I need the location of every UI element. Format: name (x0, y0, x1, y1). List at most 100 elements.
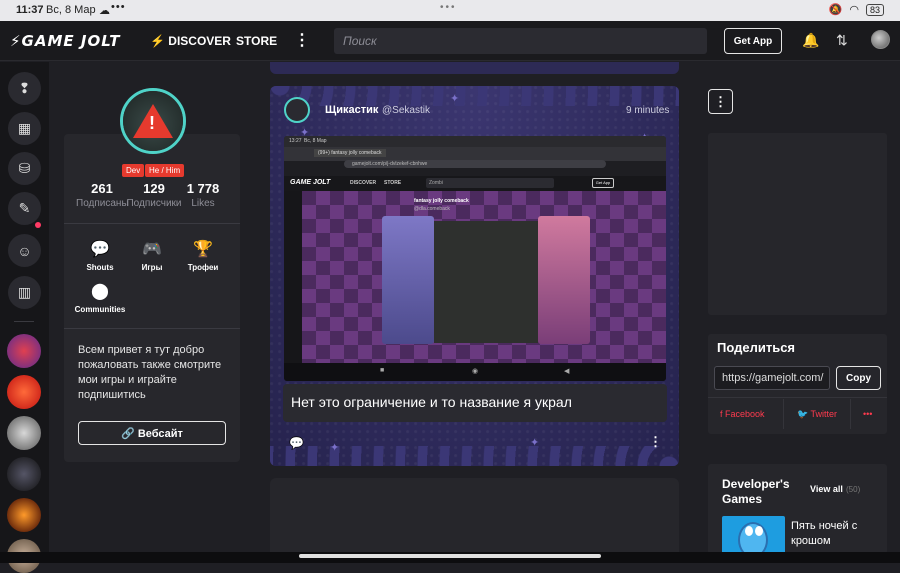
bell-icon[interactable]: 🔔 (802, 32, 819, 49)
facebook-share-link[interactable]: f Facebook (720, 409, 765, 419)
screenshot-discover: DISCOVER (350, 180, 377, 186)
developer-games-title: Developer's Games (722, 477, 790, 506)
window-handle-icon[interactable]: ••• (440, 2, 457, 13)
home-indicator[interactable] (299, 554, 601, 558)
status-icons: 🔕 ◠ 83 (829, 3, 884, 16)
nav-store[interactable]: STORE (236, 34, 277, 48)
community-avatar[interactable] (7, 334, 41, 368)
next-post-card (270, 478, 679, 558)
quest-icon: ✎ (18, 200, 31, 216)
nav-discover[interactable]: ⚡ DISCOVER (150, 34, 231, 48)
rail-divider (14, 321, 34, 322)
clock: 11:37 (16, 4, 44, 16)
screenshot-post-title: fantasy jolly comeback (414, 198, 469, 204)
screenshot-getapp: Get App (592, 178, 614, 188)
share-url-field[interactable] (714, 366, 830, 390)
profile-bio: Всем привет я тут добро пожаловать также… (78, 344, 222, 401)
ad-slot (708, 133, 887, 315)
community-avatar[interactable] (7, 416, 41, 450)
chat-bubble-icon[interactable]: 💬 (89, 239, 111, 258)
screenshot-time: 13:27 (289, 138, 302, 144)
tile-games[interactable]: Игры (132, 263, 172, 272)
followers-count[interactable]: 129 (136, 181, 172, 196)
user-avatar[interactable] (871, 30, 890, 49)
notification-dot (35, 222, 41, 228)
gamepad-icon[interactable]: 🎮 (141, 239, 163, 258)
store-icon: ▦ (17, 120, 32, 136)
bag-icon: ⛁ (18, 160, 31, 176)
bolt-icon: ⚡ (10, 32, 22, 50)
left-rail: ❢ ▦ ⛁ ✎ ☺ ▥ (0, 62, 49, 573)
link-icon: 🔗 (121, 427, 138, 440)
post-author-avatar[interactable] (284, 97, 310, 123)
copy-button[interactable]: Copy (836, 366, 881, 390)
screenshot-store: STORE (384, 180, 402, 186)
twitter-share-link[interactable]: 🐦 Twitter (797, 409, 837, 420)
pronoun-badge: He / Him (145, 164, 185, 177)
post-image[interactable]: 13:27 Вс, 8 Мар (99+) fantasy jolly come… (284, 136, 666, 381)
twitter-icon: 🐦 (797, 409, 811, 419)
following-count[interactable]: 261 (86, 181, 118, 196)
comment-icon[interactable]: 💬 (289, 436, 304, 450)
rail-library-button[interactable]: ▥ (8, 276, 41, 309)
shout-icon: ❢ (18, 80, 31, 96)
screenshot-search: Zombi (426, 178, 554, 188)
website-button[interactable]: 🔗 Вебсайт (78, 421, 226, 445)
post-more-icon[interactable]: ⋮ (649, 434, 662, 450)
followers-label: Подписчики (126, 198, 182, 209)
rail-bag-button[interactable]: ⛁ (8, 152, 41, 185)
divider (64, 328, 240, 329)
divider (64, 223, 240, 224)
rail-store-button[interactable]: ▦ (8, 112, 41, 145)
mute-icon: 🔕 (828, 4, 843, 16)
warning-icon: ! (133, 104, 173, 138)
previous-post-edge (270, 62, 679, 74)
view-all-count: (50) (846, 485, 861, 494)
tile-trophies[interactable]: Трофеи (183, 263, 223, 272)
post-timestamp[interactable]: 9 minutes (626, 105, 669, 116)
rail-shouts-button[interactable]: ❢ (8, 72, 41, 105)
date: Вс, 8 Мар (46, 4, 96, 16)
nav-more-icon[interactable]: ⋮ (294, 30, 310, 50)
profile-avatar[interactable]: ! (120, 88, 186, 154)
game-thumbnail[interactable] (722, 516, 785, 554)
community-avatar[interactable] (7, 375, 41, 409)
battery-indicator: 83 (865, 3, 884, 16)
app-header: ⚡GAME JOLT ⚡ DISCOVER STORE ⋮ Get App 🔔 … (0, 21, 900, 61)
get-app-button[interactable]: Get App (724, 28, 782, 54)
cloud-icon: ☁ (99, 5, 110, 17)
post-author-name[interactable]: Щикастик (325, 104, 378, 116)
system-status-bar: 11:37 Вс, 8 Мар ☁ ••• ••• 🔕 ◠ 83 (0, 0, 900, 21)
share-more-icon[interactable]: ••• (863, 409, 872, 419)
wifi-icon: ◠ (849, 4, 859, 16)
post-author-handle[interactable]: @Sekastik (382, 105, 430, 116)
tile-shouts[interactable]: Shouts (80, 263, 120, 272)
trophy-icon[interactable]: 🏆 (192, 239, 214, 258)
community-avatar[interactable] (7, 457, 41, 491)
rail-chat-button[interactable]: ☺ (8, 234, 41, 267)
communities-icon[interactable]: ⬤ (89, 281, 111, 300)
screenshot-logo: GAME JOLT (290, 179, 331, 186)
profile-more-button[interactable]: ⋮ (708, 89, 733, 114)
view-all-link[interactable]: View all (810, 484, 843, 494)
quests-icon[interactable]: ⇅ (836, 32, 848, 49)
likes-label: Likes (191, 198, 215, 209)
search-input[interactable] (334, 28, 707, 54)
screenshot-url: gamejolt.com/p/j-dvlzekef-cbnhwe (344, 160, 606, 168)
community-avatar[interactable] (7, 498, 41, 532)
likes-count[interactable]: 1 778 (184, 181, 222, 196)
game-title[interactable]: Пять ночей с крошом (791, 519, 881, 549)
bolt-icon: ⚡ (150, 34, 169, 48)
post-caption: Нет это ограничение и то название я укра… (283, 384, 667, 422)
more-notifications-icon: ••• (111, 1, 126, 13)
screenshot-tab: (99+) fantasy jolly comeback (314, 149, 386, 157)
share-title: Поделиться (717, 340, 796, 355)
tile-communities[interactable]: Communities (72, 305, 128, 314)
gamejolt-logo[interactable]: ⚡GAME JOLT (10, 32, 121, 50)
screenshot-post-handle: @dla.comeback (414, 206, 450, 212)
dev-badge: Dev (122, 164, 145, 177)
home-indicator-bar (0, 552, 900, 563)
rail-quests-button[interactable]: ✎ (8, 192, 41, 225)
library-icon: ▥ (17, 284, 32, 300)
chat-icon: ☺ (17, 242, 32, 259)
